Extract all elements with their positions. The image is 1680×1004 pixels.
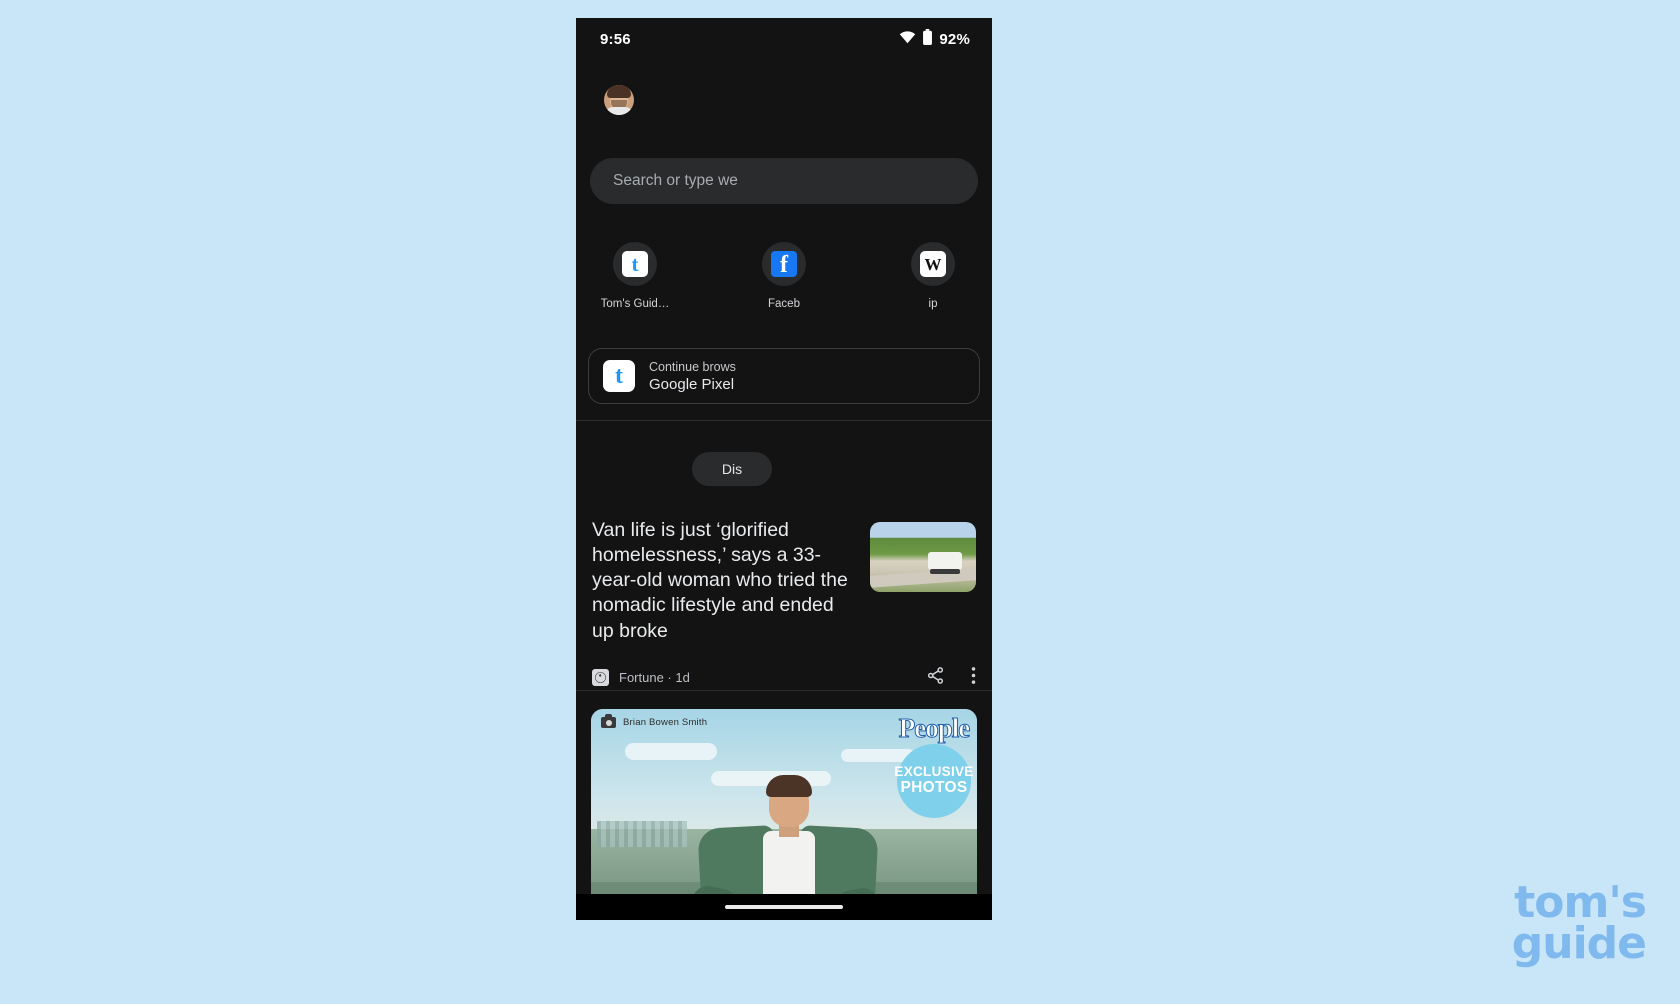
shortcut-tile-toms-guide[interactable]: t Tom's Guid… bbox=[598, 242, 672, 310]
shortcut-tile-wikipedia[interactable]: W ip bbox=[896, 242, 970, 310]
photo-credit: Brian Bowen Smith bbox=[601, 714, 708, 728]
tile-glyph: W bbox=[920, 251, 946, 277]
camera-icon bbox=[601, 714, 616, 728]
source-favicon-icon bbox=[592, 669, 609, 687]
feed-article-2[interactable]: Brian Bowen Smith People EXCLUSIVE PHOTO… bbox=[576, 690, 992, 920]
tile-glyph: t bbox=[615, 363, 623, 389]
shortcut-tiles: t Tom's Guid… f Faceb W ip bbox=[588, 242, 980, 310]
share-icon[interactable] bbox=[926, 666, 945, 690]
shortcut-label: Faceb bbox=[768, 298, 800, 310]
continue-browsing-card[interactable]: t Continue brows Google Pixel bbox=[588, 348, 980, 404]
article-photo-matthew-perry: Brian Bowen Smith People EXCLUSIVE PHOTO… bbox=[591, 709, 977, 920]
feed-article-1[interactable]: Van life is just ‘glorified homelessness… bbox=[576, 500, 992, 690]
continue-card-site-icon: t bbox=[603, 360, 635, 392]
toms-guide-watermark: tom's guide bbox=[1511, 880, 1647, 969]
feed-divider bbox=[576, 420, 992, 421]
new-tab-page: Search or type we t Tom's Guid… f Faceb bbox=[576, 60, 992, 920]
phone-frame: 9:56 92% Search or type we t Tom's Guid…… bbox=[576, 18, 992, 920]
discover-chip-label: Dis bbox=[721, 461, 743, 477]
continue-card-line2: Google Pixel bbox=[649, 375, 735, 393]
screenshot-root: 9:56 92% Search or type we t Tom's Guid…… bbox=[0, 0, 1680, 1004]
badge-line2: PHOTOS bbox=[900, 778, 968, 796]
shortcut-tile-facebook[interactable]: f Faceb bbox=[747, 242, 821, 310]
facebook-tile-icon: f bbox=[762, 242, 806, 286]
people-magazine-badge: People EXCLUSIVE PHOTOS bbox=[891, 713, 977, 818]
discover-chip[interactable]: Dis bbox=[692, 452, 772, 486]
status-bar: 9:56 92% bbox=[576, 18, 992, 60]
article-title: Van life is just ‘glorified homelessness… bbox=[592, 519, 848, 642]
exclusive-photos-circle: EXCLUSIVE PHOTOS bbox=[894, 744, 974, 818]
people-badge-title: People bbox=[898, 713, 970, 743]
battery-icon bbox=[922, 29, 933, 49]
article-source-time: Fortune · 1d bbox=[619, 670, 690, 686]
wikipedia-tile-icon: W bbox=[911, 242, 955, 286]
android-navigation-bar bbox=[576, 894, 992, 920]
phone-screen: 9:56 92% Search or type we t Tom's Guid…… bbox=[576, 18, 992, 920]
watermark-line2: guide bbox=[1511, 917, 1647, 969]
tile-glyph: t bbox=[622, 251, 648, 277]
avatar[interactable] bbox=[604, 85, 634, 115]
search-placeholder-text: Search or type we bbox=[613, 172, 738, 189]
shortcut-label: Tom's Guid… bbox=[600, 298, 670, 310]
tile-glyph: f bbox=[771, 251, 797, 277]
status-indicators: 92% bbox=[899, 29, 970, 49]
shortcut-label: ip bbox=[928, 298, 938, 310]
photo-credit-text: Brian Bowen Smith bbox=[623, 717, 708, 728]
continue-card-line1: Continue brows bbox=[649, 359, 736, 374]
badge-line1: EXCLUSIVE bbox=[894, 764, 974, 780]
home-gesture-pill[interactable] bbox=[725, 905, 843, 909]
search-input[interactable]: Search or type we bbox=[590, 158, 978, 204]
wifi-icon bbox=[899, 30, 916, 48]
article-thumbnail-van bbox=[870, 522, 976, 592]
status-clock: 9:56 bbox=[600, 30, 631, 48]
battery-percentage: 92% bbox=[939, 30, 970, 48]
toms-guide-tile-icon: t bbox=[613, 242, 657, 286]
more-vertical-icon[interactable] bbox=[971, 666, 976, 690]
article-meta-row: Fortune · 1d bbox=[592, 666, 976, 690]
